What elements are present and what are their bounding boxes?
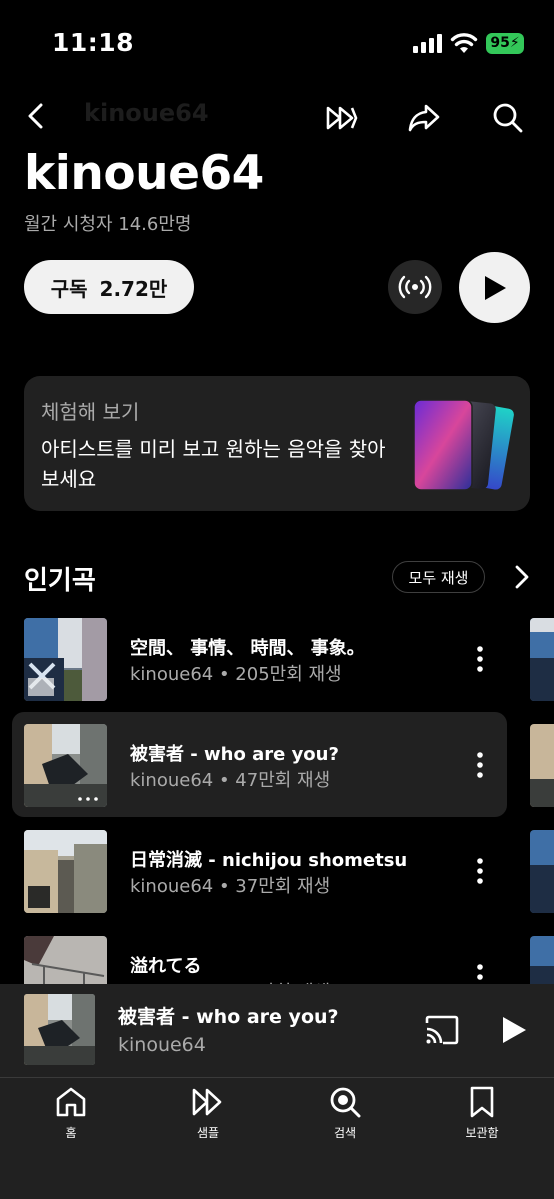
nav-label: 검색 xyxy=(333,1126,357,1140)
nav-explore[interactable]: 검색 xyxy=(300,1086,390,1146)
nav-label: 홈 xyxy=(65,1126,77,1140)
popular-section-title: 인기곡 xyxy=(24,566,96,596)
next-page-thumbnail xyxy=(530,830,554,913)
status-time: 11:18 xyxy=(52,28,135,57)
radio-button[interactable] xyxy=(388,260,442,314)
popular-more-button[interactable] xyxy=(508,562,536,592)
samples-button[interactable] xyxy=(320,96,364,140)
track-meta: kinoue64 • 37만회 재생 xyxy=(130,876,331,897)
track-thumbnail[interactable] xyxy=(24,724,107,807)
cast-icon xyxy=(425,1015,459,1045)
radio-broadcast-icon xyxy=(398,275,432,299)
track-title: 溢れてる xyxy=(130,956,202,977)
mini-player-play-button[interactable] xyxy=(492,1008,536,1052)
track-meta: kinoue64 • 47만회 재생 xyxy=(130,770,331,791)
play-icon xyxy=(503,1017,526,1043)
mini-player-artist: kinoue64 xyxy=(118,1034,206,1056)
more-vertical-icon xyxy=(477,858,483,884)
nav-samples[interactable]: 샘플 xyxy=(163,1086,253,1146)
cast-button[interactable] xyxy=(420,1010,464,1050)
more-vertical-icon xyxy=(477,752,483,778)
nav-label: 보관함 xyxy=(465,1126,499,1140)
search-icon xyxy=(493,103,523,133)
track-meta: kinoue64 • 205만회 재생 xyxy=(130,664,342,685)
back-button[interactable] xyxy=(18,96,54,136)
track-thumbnail[interactable] xyxy=(24,618,107,701)
samples-icon xyxy=(326,106,358,130)
monthly-listeners: 월간 시청자 14.6만명 xyxy=(24,214,192,235)
nav-label: 샘플 xyxy=(196,1126,220,1140)
chevron-right-icon xyxy=(515,565,529,589)
battery-indicator: 95⚡ xyxy=(486,33,524,54)
chevron-left-icon xyxy=(28,103,43,129)
next-page-thumbnail xyxy=(530,618,554,701)
preview-card-title: 체험해 보기 xyxy=(41,400,140,424)
subscriber-count: 2.72만 xyxy=(99,276,168,301)
samples-icon xyxy=(192,1088,222,1116)
track-thumbnail[interactable] xyxy=(24,830,107,913)
library-bookmark-icon xyxy=(470,1086,494,1118)
play-all-button[interactable]: 모두 재생 xyxy=(392,561,485,593)
subscribe-label: 구독 xyxy=(50,276,88,301)
mini-player-thumbnail xyxy=(24,994,95,1065)
wifi-icon xyxy=(450,33,478,53)
share-button[interactable] xyxy=(402,96,446,140)
track-title: 被害者 - who are you? xyxy=(130,744,339,765)
preview-card-description: 아티스트를 미리 보고 원하는 음악을 찾아보세요 xyxy=(41,437,386,491)
subscribe-button[interactable]: 구독 2.72만 xyxy=(24,260,194,314)
header-ghost-title: kinoue64 xyxy=(84,99,209,127)
search-button[interactable] xyxy=(486,96,530,140)
more-vertical-icon xyxy=(477,646,483,672)
track-title: 空間、 事情、 時間、 事象。 xyxy=(130,638,365,659)
nav-home[interactable]: 홈 xyxy=(26,1086,116,1146)
cell-signal-icon xyxy=(413,34,442,53)
play-icon xyxy=(484,275,506,300)
track-title: 日常消滅 - nichijou shometsu xyxy=(130,850,408,871)
track-menu-button[interactable] xyxy=(465,639,495,679)
next-page-thumbnail xyxy=(530,724,554,807)
share-icon xyxy=(408,104,440,132)
home-icon xyxy=(56,1087,86,1117)
artist-name: kinoue64 xyxy=(24,146,264,201)
nav-library[interactable]: 보관함 xyxy=(437,1086,527,1146)
play-artist-button[interactable] xyxy=(459,252,530,323)
track-menu-button[interactable] xyxy=(465,851,495,891)
mini-player-title: 被害者 - who are you? xyxy=(118,1006,339,1028)
track-menu-button[interactable] xyxy=(465,745,495,785)
phones-illustration-icon xyxy=(413,399,514,491)
explore-search-icon xyxy=(330,1087,361,1118)
